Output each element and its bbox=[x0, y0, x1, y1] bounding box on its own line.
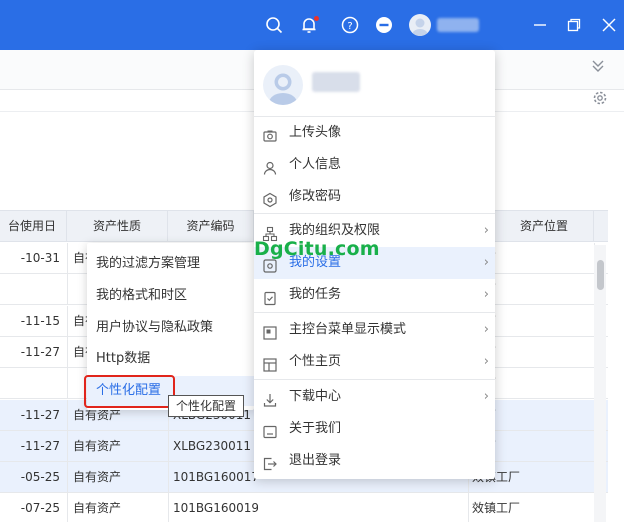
submenu-item-http-data[interactable]: Http数据 bbox=[96, 344, 246, 374]
cell-code: 101BG160017 bbox=[173, 470, 258, 484]
column-divider bbox=[67, 493, 68, 522]
cell-code: 101BG160019 bbox=[173, 501, 258, 515]
column-header-location[interactable]: 资产位置 bbox=[495, 211, 594, 241]
dropdown-user-name-blurred bbox=[312, 72, 360, 92]
menu-item-about-us[interactable]: 关于我们 bbox=[254, 413, 495, 445]
info-icon bbox=[262, 421, 278, 439]
cell-location: 效镇工厂 bbox=[472, 501, 521, 515]
column-divider bbox=[168, 493, 169, 522]
cell-date: -11-27 bbox=[20, 345, 60, 359]
chevron-right-icon: › bbox=[483, 354, 489, 369]
chevron-right-icon: › bbox=[483, 322, 489, 337]
download-icon bbox=[262, 389, 278, 407]
divider bbox=[254, 379, 495, 380]
task-icon bbox=[262, 287, 278, 306]
column-header-nature[interactable]: 资产性质 bbox=[67, 211, 168, 241]
close-icon[interactable] bbox=[597, 13, 621, 37]
cell-nature: 自有资产 bbox=[73, 470, 122, 484]
column-header-date[interactable]: 台使用日期 bbox=[0, 211, 67, 263]
table-row[interactable]: -07-25 自有资产 101BG160019 效镇工厂 bbox=[0, 493, 608, 522]
dropdown-avatar[interactable] bbox=[263, 65, 303, 105]
column-divider bbox=[168, 462, 169, 492]
cell-date: -10-31 bbox=[20, 251, 60, 265]
menu-item-personal-info[interactable]: 个人信息 bbox=[254, 149, 495, 181]
column-header-code[interactable]: 资产编码 bbox=[168, 211, 254, 241]
home-layout-icon bbox=[262, 354, 278, 372]
menu-item-console-menu-mode[interactable]: 主控台菜单显示模式 › bbox=[254, 314, 495, 346]
tooltip: 个性化配置 bbox=[168, 395, 244, 417]
submenu-item-filter-schemes[interactable]: 我的过滤方案管理 bbox=[96, 249, 246, 279]
scrollbar-thumb[interactable] bbox=[597, 260, 604, 290]
cell-date bbox=[0, 274, 60, 304]
column-divider bbox=[468, 493, 469, 522]
submenu-item-format-timezone[interactable]: 我的格式和时区 bbox=[96, 281, 246, 311]
menu-item-personal-homepage[interactable]: 个性主页 › bbox=[254, 346, 495, 378]
help-icon[interactable]: ? bbox=[338, 13, 362, 37]
camera-icon bbox=[262, 125, 278, 142]
avatar[interactable] bbox=[409, 14, 431, 36]
cell-date: -07-25 bbox=[20, 501, 60, 515]
restore-icon[interactable] bbox=[562, 13, 586, 37]
cell-date: -05-25 bbox=[20, 470, 60, 484]
menu-item-change-password[interactable]: 修改密码 bbox=[254, 181, 495, 213]
cell-code: XLBG230011 bbox=[173, 439, 252, 453]
org-icon bbox=[262, 223, 278, 242]
svg-text:?: ? bbox=[347, 21, 352, 32]
chevron-right-icon: › bbox=[483, 287, 489, 302]
divider bbox=[254, 312, 495, 313]
menu-item-logout[interactable]: 退出登录 bbox=[254, 445, 495, 477]
cell-date: -11-15 bbox=[20, 314, 60, 328]
notification-dot bbox=[314, 16, 319, 21]
cell-nature: 自有资产 bbox=[73, 439, 122, 453]
chevron-right-icon: › bbox=[483, 389, 489, 404]
key-icon bbox=[262, 189, 278, 208]
column-divider bbox=[67, 337, 68, 367]
divider bbox=[254, 213, 495, 214]
highlight-annotation-box bbox=[84, 375, 175, 408]
top-bar: ? bbox=[0, 0, 624, 50]
column-divider bbox=[67, 431, 68, 461]
user-icon bbox=[262, 157, 278, 175]
submenu-item-user-agreement[interactable]: 用户协议与隐私政策 bbox=[96, 313, 246, 343]
column-divider bbox=[67, 243, 68, 273]
column-divider bbox=[67, 306, 68, 336]
layout-icon bbox=[262, 322, 278, 340]
menu-item-my-tasks[interactable]: 我的任务 › bbox=[254, 279, 495, 311]
chevron-right-icon: › bbox=[483, 223, 489, 238]
menu-item-upload-avatar[interactable]: 上传头像 bbox=[254, 117, 495, 149]
collapse-down-icon[interactable] bbox=[590, 58, 606, 78]
column-divider bbox=[67, 368, 68, 398]
cell-nature: 自有资产 bbox=[73, 501, 122, 515]
bell-icon[interactable] bbox=[297, 13, 321, 37]
gear-icon[interactable] bbox=[592, 90, 608, 110]
user-name-blurred bbox=[437, 18, 479, 32]
column-divider bbox=[168, 431, 169, 461]
cell-date bbox=[0, 368, 60, 398]
column-divider bbox=[67, 400, 68, 430]
search-icon[interactable] bbox=[262, 13, 286, 37]
watermark: DgCitu.com bbox=[254, 238, 380, 260]
minimize-icon[interactable] bbox=[528, 13, 552, 37]
minus-circle-icon[interactable] bbox=[372, 13, 396, 37]
user-dropdown-menu: 上传头像 个人信息 修改密码 我的组织及权限 › 我的设置 › 我的任务 › 主… bbox=[254, 50, 495, 479]
menu-item-download-center[interactable]: 下载中心 › bbox=[254, 381, 495, 413]
column-divider bbox=[67, 462, 68, 492]
logout-icon bbox=[262, 453, 278, 471]
cell-date: -11-27 bbox=[20, 439, 60, 453]
chevron-right-icon: › bbox=[483, 255, 489, 270]
cell-date: -11-27 bbox=[20, 408, 60, 422]
column-divider bbox=[67, 274, 68, 304]
